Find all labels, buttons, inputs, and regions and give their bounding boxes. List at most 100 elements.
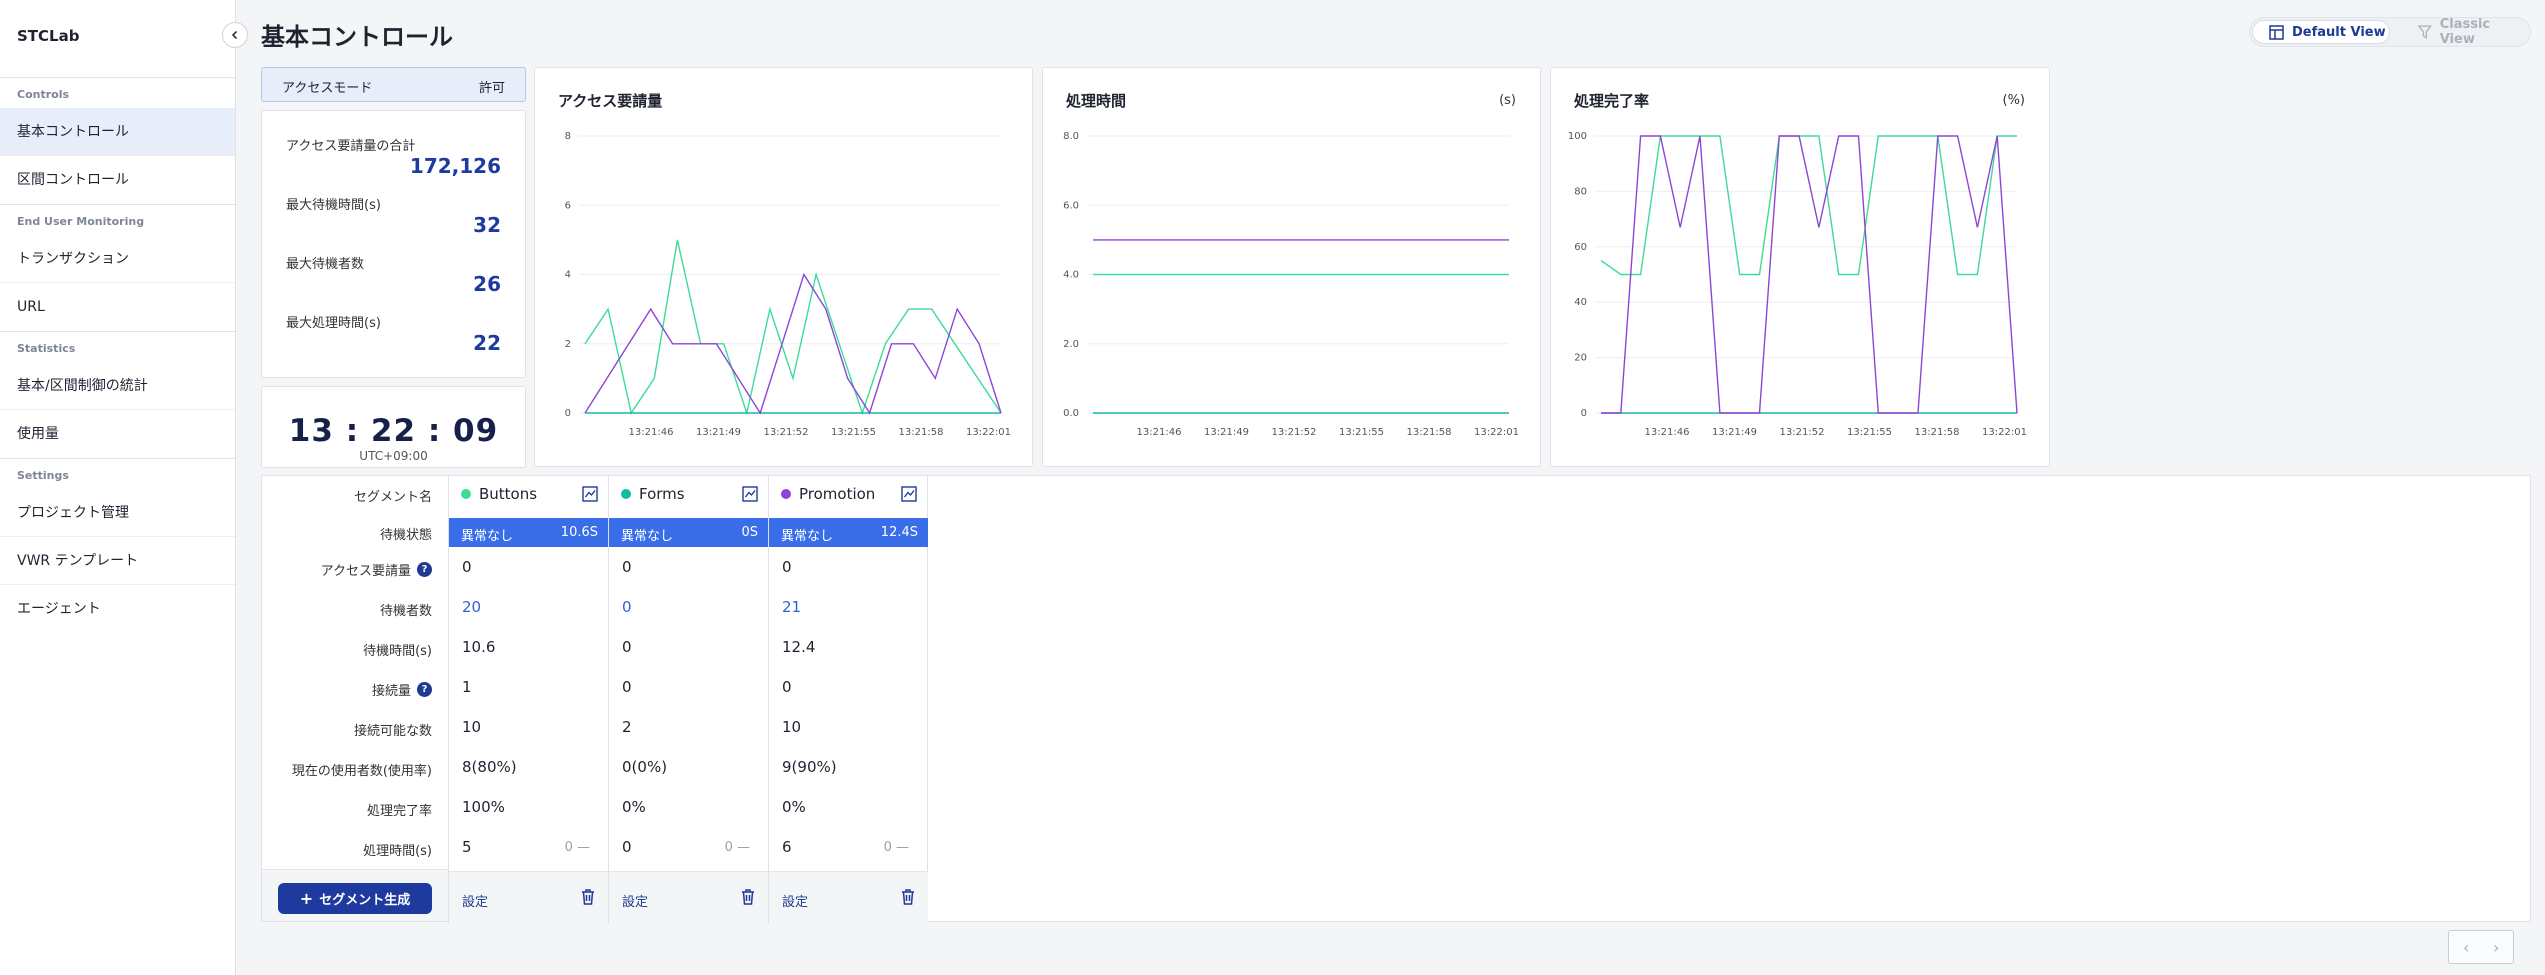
segment-footer: 設定: [769, 871, 928, 923]
nav-eum: End User Monitoring トランザクション URL: [0, 205, 235, 332]
row-label-text: セグメント名: [353, 490, 432, 505]
chart-panel-completion-rate: 処理完了率 (%) 0 20 40 60 80 100 13:21:46 13:21:49 13…: [1550, 67, 2050, 467]
y-tick-label: 80: [1574, 186, 1587, 197]
nav-settings: Settings プロジェクト管理 VWR テンプレート エージェント: [0, 459, 235, 633]
row-label-text: 待機状態: [379, 528, 432, 543]
y-tick-label: 8: [565, 131, 571, 142]
y-tick-label: 4: [565, 270, 571, 281]
chart-panel-requests: アクセス要請量 0 2 4 6 8 13:21:46 13:21:49 13:21:52 13:…: [534, 67, 1033, 467]
segment-footer: 設定: [609, 871, 768, 923]
filter-icon: [2418, 25, 2432, 39]
x-tick-label: 13:21:58: [1915, 427, 1960, 438]
cell-requests: 0: [622, 558, 632, 576]
cell-connections: 1: [462, 678, 472, 696]
chart-icon[interactable]: [742, 486, 758, 502]
stat-label-total-requests: アクセス要請量の合計: [286, 139, 416, 154]
row-label-current-users: 現在の使用者数(使用率): [262, 760, 432, 779]
summary-stats-panel: アクセス要請量の合計 172,126 最大待機時間(s) 32 最大待機者数 2…: [261, 110, 526, 378]
nav-item-agent[interactable]: エージェント: [0, 585, 235, 633]
chart-process-time: 0.0 2.0 4.0 6.0 8.0 13:21:46 13:21:49 13:21:52 1…: [1063, 131, 1519, 438]
cell-waiting-link[interactable]: 20: [462, 598, 481, 616]
chart-icon[interactable]: [582, 486, 598, 502]
clock-time: 13 : 22 : 09: [288, 413, 499, 449]
row-label-text: 現在の使用者数(使用率): [291, 764, 432, 779]
nav-item-vwr-template[interactable]: VWR テンプレート: [0, 537, 235, 585]
segment-column-forms: Forms 異常なし 0S 0 0 0 0 2 0(0%) 0% 0 0 — 設定: [608, 476, 768, 923]
row-label-text: アクセス要請量: [320, 564, 411, 579]
wait-status-text: 異常なし: [621, 529, 674, 544]
nav-item-transaction[interactable]: トランザクション: [0, 235, 235, 283]
brand: STCLab: [0, 0, 248, 78]
wait-status-time: 10.6S: [560, 525, 598, 540]
nav-item-url[interactable]: URL: [0, 283, 235, 331]
cell-current-users: 8(80%): [462, 758, 517, 776]
x-tick-label: 13:21:49: [1204, 427, 1249, 438]
classic-view-label: Classic View: [2439, 17, 2491, 47]
y-tick-label: 8.0: [1063, 131, 1079, 142]
segment-name[interactable]: Forms: [639, 485, 742, 503]
cell-capacity: 10: [462, 718, 482, 736]
nav-statistics: Statistics 基本/区間制御の統計 使用量: [0, 332, 235, 459]
stat-value-max-wait-time: 32: [473, 213, 501, 237]
sidebar-collapse-button[interactable]: [222, 22, 248, 48]
help-icon[interactable]: ?: [417, 682, 432, 697]
x-tick-label: 13:22:01: [1474, 427, 1519, 438]
wait-status-time: 0S: [741, 525, 758, 540]
cell-waiting-link[interactable]: 21: [782, 598, 801, 616]
segment-header: Forms: [621, 484, 758, 504]
trash-icon[interactable]: [900, 888, 916, 906]
nav-item-section-control[interactable]: 区間コントロール: [0, 156, 235, 204]
segment-settings-link[interactable]: 設定: [782, 891, 808, 910]
row-label-text: 待機時間(s): [363, 644, 432, 659]
layout-icon: [2269, 24, 2284, 40]
chart-panel-process-time: 処理時間 (s) 0.0 2.0 4.0 6.0 8.0 13:21:46 13:21:49…: [1042, 67, 1541, 467]
stat-label-max-process-time: 最大処理時間(s): [286, 316, 381, 331]
nav-item-control-stats[interactable]: 基本/区間制御の統計: [0, 362, 235, 410]
wait-status-text: 異常なし: [781, 529, 834, 544]
cell-completion: 100%: [462, 798, 505, 816]
nav-item-basic-control[interactable]: 基本コントロール: [0, 108, 235, 156]
trash-icon[interactable]: [580, 888, 596, 906]
pager-next-button[interactable]: ›: [2493, 938, 2499, 957]
chart-completion-rate: 0 20 40 60 80 100 13:21:46 13:21:49 13:21:52 13:2…: [1568, 131, 2027, 438]
y-tick-label: 60: [1574, 242, 1587, 253]
cell-process-extra: 0 —: [883, 840, 909, 855]
segment-settings-link[interactable]: 設定: [462, 891, 488, 910]
nav-section-statistics: Statistics: [17, 342, 76, 355]
segment-settings-link[interactable]: 設定: [622, 891, 648, 910]
x-tick-label: 13:21:55: [1847, 427, 1892, 438]
chart-requests: 0 2 4 6 8 13:21:46 13:21:49 13:21:52 13:21:55 13:…: [565, 131, 1011, 438]
classic-view-button[interactable]: Classic View: [2404, 17, 2528, 47]
x-tick-label: 13:21:52: [764, 427, 809, 438]
segment-header: Promotion: [781, 484, 917, 504]
stat-label-max-waiting: 最大待機者数: [286, 257, 365, 272]
segment-footer: 設定: [449, 871, 608, 923]
segment-name[interactable]: Promotion: [799, 485, 901, 503]
y-tick-label: 2: [565, 339, 571, 350]
create-segment-label: セグメント生成: [319, 893, 411, 908]
segment-name[interactable]: Buttons: [479, 485, 582, 503]
stat-value-max-process-time: 22: [473, 331, 501, 355]
chart-icon[interactable]: [901, 486, 917, 502]
x-tick-label: 13:21:55: [1339, 427, 1384, 438]
default-view-button[interactable]: Default View: [2252, 20, 2390, 44]
nav-item-project[interactable]: プロジェクト管理: [0, 489, 235, 537]
brand-name[interactable]: STCLab: [17, 27, 79, 45]
help-icon[interactable]: ?: [417, 562, 432, 577]
segment-header: Buttons: [461, 484, 598, 504]
x-tick-label: 13:21:52: [1780, 427, 1825, 438]
nav-item-usage[interactable]: 使用量: [0, 410, 235, 458]
cell-process-time: 6: [782, 838, 792, 856]
row-label-waiting: 待機者数: [262, 600, 432, 619]
pager-prev-button[interactable]: ‹: [2463, 938, 2469, 957]
cell-process-time: 5: [462, 838, 472, 856]
y-tick-label: 40: [1574, 297, 1587, 308]
cell-wait-time: 0: [622, 638, 632, 656]
cell-waiting-link[interactable]: 0: [622, 598, 632, 616]
trash-icon[interactable]: [740, 888, 756, 906]
row-label-process-time: 処理時間(s): [262, 840, 432, 859]
segment-column-promotion: Promotion 異常なし 12.4S 0 21 12.4 0 10 9(90%) 0% 6 0 —…: [768, 476, 928, 923]
y-tick-label: 0: [565, 408, 571, 419]
create-segment-button[interactable]: + セグメント生成: [278, 883, 432, 914]
access-mode-bar[interactable]: アクセスモード 許可: [261, 67, 526, 102]
